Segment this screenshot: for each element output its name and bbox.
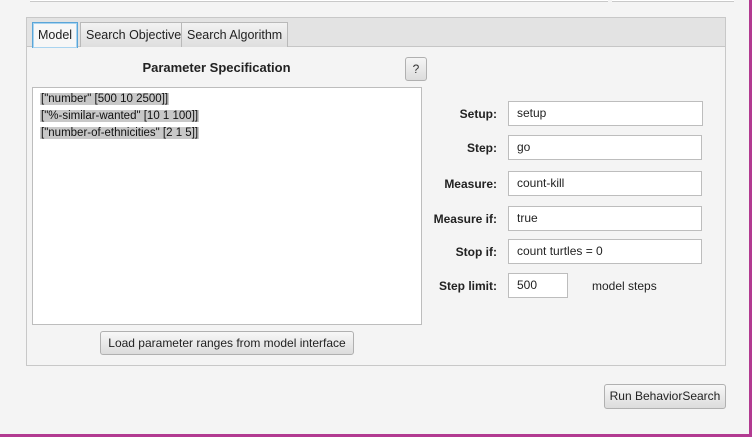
param-line-text: ["number" [500 10 2500]] — [40, 93, 170, 105]
measure-label: Measure: — [444, 177, 497, 191]
stop-if-label: Stop if: — [455, 245, 497, 259]
app-window: Model Search Objective Search Algorithm … — [0, 0, 749, 434]
tab-search-algorithm[interactable]: Search Algorithm — [181, 22, 289, 47]
measure-field[interactable]: count-kill — [508, 171, 702, 196]
step-label: Step: — [467, 141, 497, 155]
step-limit-label: Step limit: — [438, 279, 497, 293]
step-field[interactable]: go — [508, 135, 702, 160]
run-behaviorsearch-button[interactable]: Run BehaviorSearch — [604, 384, 726, 409]
measure-if-field[interactable]: true — [508, 206, 702, 231]
param-line: ["%-similar-wanted" [10 1 100]] — [40, 108, 414, 125]
param-line-text: ["number-of-ethnicities" [2 1 5]] — [40, 127, 200, 139]
help-button[interactable]: ? — [405, 57, 427, 81]
load-parameter-ranges-button[interactable]: Load parameter ranges from model interfa… — [100, 331, 354, 355]
tab-search-objective[interactable]: Search Objective — [80, 22, 188, 47]
tab-header: Model Search Objective Search Algorithm — [27, 18, 725, 48]
stop-if-field[interactable]: count turtles = 0 — [508, 239, 702, 264]
param-line: ["number" [500 10 2500]] — [40, 91, 414, 108]
tab-model[interactable]: Model — [32, 22, 79, 48]
setup-label: Setup: — [459, 107, 497, 121]
top-button-partial[interactable] — [612, 0, 734, 2]
param-line: ["number-of-ethnicities" [2 1 5]] — [40, 125, 414, 142]
step-limit-field[interactable]: 500 — [508, 273, 568, 298]
parameter-specification-title: Parameter Specification — [142, 60, 291, 75]
step-limit-units: model steps — [592, 279, 657, 293]
setup-field[interactable]: setup — [508, 101, 703, 126]
param-line-text: ["%-similar-wanted" [10 1 100]] — [40, 110, 200, 122]
top-input-partial[interactable] — [30, 0, 608, 2]
measure-if-label: Measure if: — [433, 212, 497, 226]
parameter-spec-textarea[interactable]: ["number" [500 10 2500]] ["%-similar-wan… — [32, 87, 422, 325]
